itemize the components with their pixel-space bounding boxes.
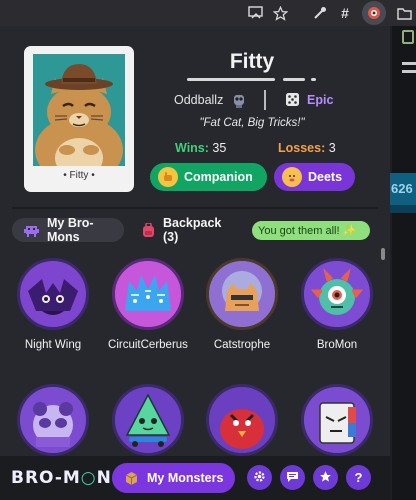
logo-text: BRO-M [11, 468, 81, 488]
losses-label: Losses: [278, 141, 326, 155]
tab-backpack[interactable]: Backpack (3) [132, 216, 236, 244]
logo-o: ○ [80, 468, 97, 488]
monster-name-label: BroMon [316, 339, 358, 351]
chat-icon [286, 470, 299, 486]
monster-avatar [112, 258, 184, 330]
background-page-line [402, 70, 416, 73]
background-page-line [402, 62, 416, 65]
bromon-logo: BRO-M○N [11, 468, 112, 488]
hand-icon [158, 167, 178, 187]
star-icon[interactable] [271, 4, 289, 22]
my-monsters-button[interactable]: My Monsters [112, 463, 235, 493]
developer-name: Oddballz [174, 93, 224, 107]
browser-toolbar: # [0, 0, 416, 26]
rarity-label: Epic [307, 93, 334, 107]
wins-stat: Wins: 35 [175, 141, 226, 155]
bromon-extension-icon[interactable] [365, 4, 383, 22]
underline-bar [187, 78, 275, 81]
losses-value: 3 [328, 141, 336, 155]
background-page-strip [390, 205, 416, 213]
help-button[interactable]: ? [346, 465, 371, 490]
scrollbar-thumb[interactable] [381, 248, 385, 260]
gear-icon [253, 470, 266, 486]
developer-icon [232, 92, 246, 113]
my-monsters-label: My Monsters [147, 471, 224, 485]
bromon-popup: • Fitty • Fitty Oddballz Epic "Fat Cat, … [0, 26, 390, 500]
meta-divider [264, 90, 266, 110]
box-icon [124, 471, 139, 486]
settings-button[interactable] [247, 465, 272, 490]
monster-avatar [17, 258, 89, 330]
alien-icon [24, 224, 39, 237]
wins-label: Wins: [175, 141, 209, 155]
section-divider [12, 207, 378, 209]
monster-avatar [206, 384, 278, 456]
dice-icon [285, 92, 300, 112]
eyedropper-icon[interactable] [311, 4, 329, 22]
face-icon [282, 167, 302, 187]
monster-card: • Fitty • [24, 46, 134, 192]
chat-button[interactable] [280, 465, 305, 490]
wins-value: 35 [212, 141, 227, 155]
monster-name-label: Night Wing [24, 339, 82, 351]
monster-name: Fitty [229, 50, 275, 73]
deets-button[interactable]: Deets [274, 163, 355, 191]
monster-meta: Oddballz Epic [150, 90, 360, 110]
monster-avatar [112, 384, 184, 456]
monster-avatar [301, 258, 373, 330]
completion-badge: You got them all! ✨ [252, 221, 370, 240]
monster-tagline: "Fat Cat, Big Tricks!" [199, 117, 305, 129]
star-icon [319, 470, 332, 486]
monster-portrait [33, 54, 125, 166]
underline-bar [311, 78, 316, 81]
tab-my-bromons[interactable]: My Bro-Mons [12, 216, 124, 244]
losses-stat: Losses: 3 [278, 141, 336, 155]
footer-bar: BRO-M○N My Monsters ? [0, 456, 390, 500]
hashtag-icon[interactable]: # [336, 4, 354, 22]
deets-label: Deets [308, 170, 343, 184]
folder-icon[interactable] [395, 4, 413, 22]
monster-avatar [17, 384, 89, 456]
backpack-icon [142, 222, 155, 238]
tab-backpack-label: Backpack (3) [163, 216, 222, 244]
help-icon: ? [354, 470, 363, 485]
favorites-button[interactable] [313, 465, 338, 490]
background-page-number: 626 [390, 173, 416, 205]
cast-icon[interactable] [247, 4, 265, 22]
companion-button[interactable]: Companion [150, 163, 267, 191]
monster-name-label: Catstrophe [213, 339, 271, 351]
underline-bar [283, 78, 305, 81]
monster-name-label: CircuitCerberus [108, 339, 188, 351]
monster-avatar [301, 384, 373, 456]
logo-text-end: N [96, 468, 112, 488]
tab-my-bromons-label: My Bro-Mons [47, 216, 94, 244]
companion-label: Companion [184, 170, 253, 184]
card-name-label: • Fitty • [63, 170, 95, 181]
background-page-box [402, 30, 414, 44]
monster-avatar [206, 258, 278, 330]
background-page [392, 26, 416, 500]
